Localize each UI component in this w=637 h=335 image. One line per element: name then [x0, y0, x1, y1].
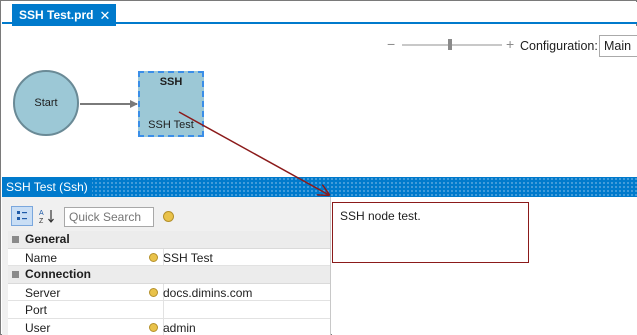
property-value[interactable]: SSH Test	[163, 251, 213, 265]
property-name: User	[25, 320, 51, 335]
svg-text:Z: Z	[39, 218, 44, 224]
configuration-label: Configuration:	[520, 39, 598, 53]
property-name: Server	[25, 285, 61, 300]
property-pages-icon[interactable]	[163, 211, 174, 222]
document-tab-label: SSH Test.prd	[19, 8, 94, 22]
description-text[interactable]: SSH node test.	[340, 209, 421, 223]
ssh-node-subtitle: SSH Test	[148, 119, 194, 131]
close-icon[interactable]: ✕	[99, 9, 110, 22]
property-name: Name	[25, 250, 58, 265]
category-label: General	[25, 232, 70, 246]
zoom-slider-track[interactable]	[402, 44, 502, 46]
property-grid-toolbar: AZ	[2, 197, 330, 231]
category-connection[interactable]: Connection	[8, 266, 330, 284]
property-row-user[interactable]: User admin	[8, 318, 330, 335]
column-divider	[163, 301, 164, 318]
document-tabstrip: SSH Test.prd ✕	[2, 2, 637, 26]
property-value[interactable]: admin	[163, 321, 196, 335]
svg-text:A: A	[39, 210, 44, 217]
process-designer-canvas[interactable]: − + Configuration: Main Start SSH SSH Te…	[2, 26, 637, 177]
start-node-label: Start	[34, 97, 58, 109]
configuration-select[interactable]: Main	[599, 35, 637, 57]
properties-panel-header: SSH Test (Ssh)	[2, 177, 637, 197]
category-general[interactable]: General	[8, 231, 330, 249]
collapse-icon[interactable]	[12, 236, 19, 243]
zoom-out-button[interactable]: −	[387, 36, 395, 52]
property-grid-rows: General Name SSH Test Connection Server …	[8, 231, 330, 335]
zoom-slider-thumb[interactable]	[448, 39, 452, 50]
categorized-icon[interactable]	[11, 206, 33, 226]
property-value-icon	[149, 287, 158, 297]
start-node[interactable]: Start	[13, 70, 79, 136]
category-label: Connection	[25, 267, 91, 281]
property-row-port[interactable]: Port	[8, 301, 330, 319]
property-value-icon	[149, 252, 158, 262]
document-tab[interactable]: SSH Test.prd ✕	[12, 4, 117, 26]
zoom-in-button[interactable]: +	[506, 36, 514, 52]
property-grid: AZ General Name SSH Test Connection S	[2, 197, 331, 335]
description-pane: SSH node test.	[332, 197, 637, 335]
property-name: Port	[25, 303, 48, 317]
window-frame: SSH Test.prd ✕ − + Configuration: Main S…	[0, 0, 637, 335]
panel-title: SSH Test (Ssh)	[2, 177, 92, 197]
property-value-icon	[149, 322, 158, 332]
ssh-node-title: SSH	[159, 76, 183, 88]
ssh-node[interactable]: SSH SSH Test	[138, 71, 204, 137]
property-value[interactable]: docs.dimins.com	[163, 286, 252, 300]
property-row-server[interactable]: Server docs.dimins.com	[8, 283, 330, 301]
collapse-icon[interactable]	[12, 271, 19, 278]
alphabetical-sort-icon[interactable]: AZ	[36, 206, 58, 226]
quick-search-input[interactable]	[64, 207, 154, 227]
property-row-name[interactable]: Name SSH Test	[8, 248, 330, 266]
